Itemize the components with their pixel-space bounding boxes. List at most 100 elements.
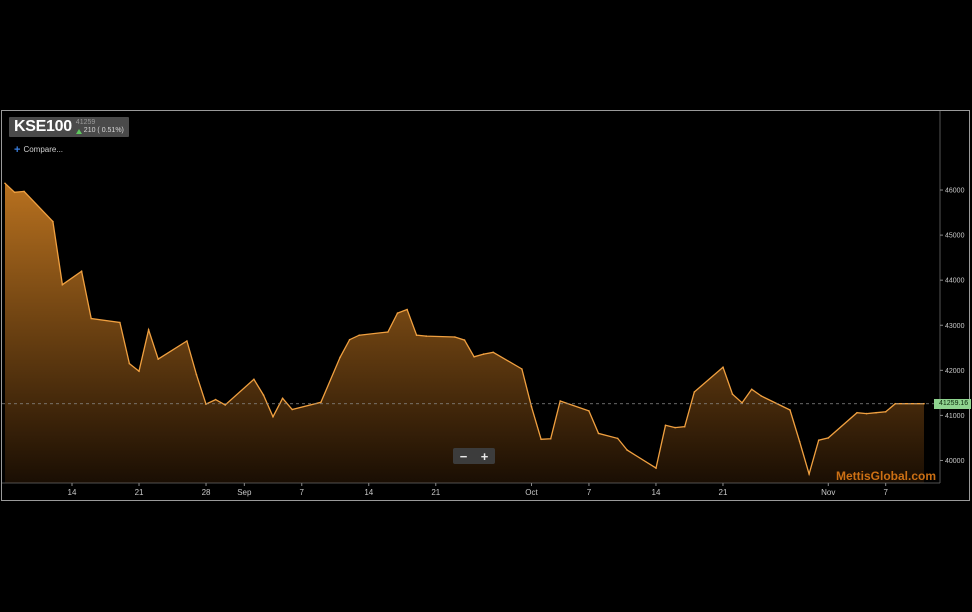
data-point — [195, 374, 198, 376]
data-point — [731, 393, 734, 396]
data-point — [664, 424, 667, 427]
data-point — [4, 182, 6, 185]
x-tick-label: 7 — [587, 488, 592, 497]
ticker-change: 210 ( 0.51%) — [75, 127, 124, 135]
y-tick-label: 40000 — [945, 458, 965, 465]
ticker-change-value: 210 ( 0.51%) — [83, 127, 124, 134]
data-point — [655, 467, 657, 469]
data-point — [348, 338, 351, 341]
data-point — [693, 391, 696, 393]
data-point — [61, 283, 64, 286]
data-point — [492, 351, 495, 354]
x-tick-label: 14 — [68, 488, 77, 497]
data-point — [23, 190, 25, 193]
x-tick-label: Oct — [525, 488, 538, 497]
data-point — [760, 395, 763, 397]
x-tick-label: Nov — [821, 488, 835, 497]
zoom-controls: − + — [453, 448, 495, 464]
zoom-out-button[interactable]: − — [453, 448, 474, 464]
data-point — [138, 370, 140, 373]
data-point — [559, 400, 561, 402]
data-point — [597, 432, 600, 435]
data-point — [262, 394, 265, 396]
zoom-in-button[interactable]: + — [474, 448, 495, 464]
data-point — [530, 406, 533, 408]
data-point — [808, 473, 810, 475]
data-point — [750, 388, 753, 391]
ticker-info: 41259 210 ( 0.51%) — [75, 119, 124, 135]
y-tick-label: 42000 — [945, 368, 965, 375]
data-point — [128, 362, 131, 365]
data-point — [119, 321, 121, 324]
y-tick-label: 45000 — [945, 233, 965, 240]
data-point — [272, 415, 274, 418]
data-point — [827, 437, 830, 439]
x-tick-label: 21 — [135, 488, 144, 497]
data-point — [90, 317, 92, 320]
data-point — [80, 270, 83, 272]
data-point — [626, 449, 628, 451]
chart-frame: 40000 41000 42000 43000 44000 45000 46000 14 21… — [1, 110, 972, 501]
up-arrow-icon — [75, 128, 82, 134]
data-point — [463, 339, 466, 341]
data-point — [52, 220, 54, 223]
data-point — [549, 438, 552, 440]
x-tick-label: 14 — [364, 488, 373, 497]
x-tick-label: 7 — [300, 488, 305, 497]
data-point — [789, 409, 791, 411]
data-point — [674, 426, 676, 429]
compare-button[interactable]: + Compare... — [14, 143, 64, 156]
x-tick-label: Sep — [237, 488, 252, 497]
data-point — [291, 408, 294, 411]
data-point — [396, 312, 399, 314]
data-point — [798, 440, 801, 443]
data-point — [722, 366, 724, 368]
data-point — [683, 425, 686, 428]
y-tick-label: 44000 — [945, 278, 965, 285]
x-tick-label: 7 — [883, 488, 888, 497]
data-point — [521, 368, 523, 370]
ticker-box: KSE100 41259 210 ( 0.51%) — [9, 117, 129, 137]
data-point — [482, 353, 485, 355]
plus-icon: + — [14, 143, 21, 156]
data-point — [281, 397, 284, 400]
data-point — [454, 336, 456, 338]
data-point — [875, 411, 877, 414]
watermark: MettisGlobal.com — [835, 469, 936, 483]
data-point — [425, 335, 428, 337]
data-point — [884, 411, 887, 413]
data-point — [923, 402, 925, 405]
data-point — [817, 439, 820, 442]
data-point — [894, 402, 897, 405]
data-point — [540, 438, 542, 441]
data-point — [387, 331, 389, 333]
data-point — [157, 358, 159, 360]
data-point — [339, 356, 341, 359]
y-tick-label: 41000 — [945, 413, 965, 420]
x-tick-label: 21 — [431, 488, 440, 497]
x-tick-label: 28 — [202, 488, 211, 497]
series-area — [5, 183, 924, 484]
data-point — [358, 334, 361, 336]
data-point — [856, 411, 858, 414]
y-tick-label: 43000 — [945, 323, 965, 330]
data-point — [253, 378, 255, 381]
y-tick-label: 46000 — [945, 188, 965, 195]
data-point — [224, 404, 226, 406]
data-point — [406, 308, 408, 311]
ticker-last-price: 41259 — [75, 119, 96, 126]
x-tick-label: 14 — [652, 488, 661, 497]
data-point — [616, 437, 619, 440]
data-point — [214, 398, 217, 401]
price-chart[interactable]: 40000 41000 42000 43000 44000 45000 46000 14 21… — [2, 111, 969, 500]
data-point — [415, 334, 418, 336]
compare-label: Compare... — [23, 145, 64, 154]
x-tick-label: 21 — [719, 488, 728, 497]
data-point — [320, 401, 322, 404]
data-point — [588, 410, 590, 412]
data-point — [13, 191, 16, 194]
data-point — [147, 329, 150, 331]
data-point — [186, 340, 188, 342]
last-price-tag: 41259.16 — [934, 398, 972, 409]
data-point — [865, 412, 868, 415]
